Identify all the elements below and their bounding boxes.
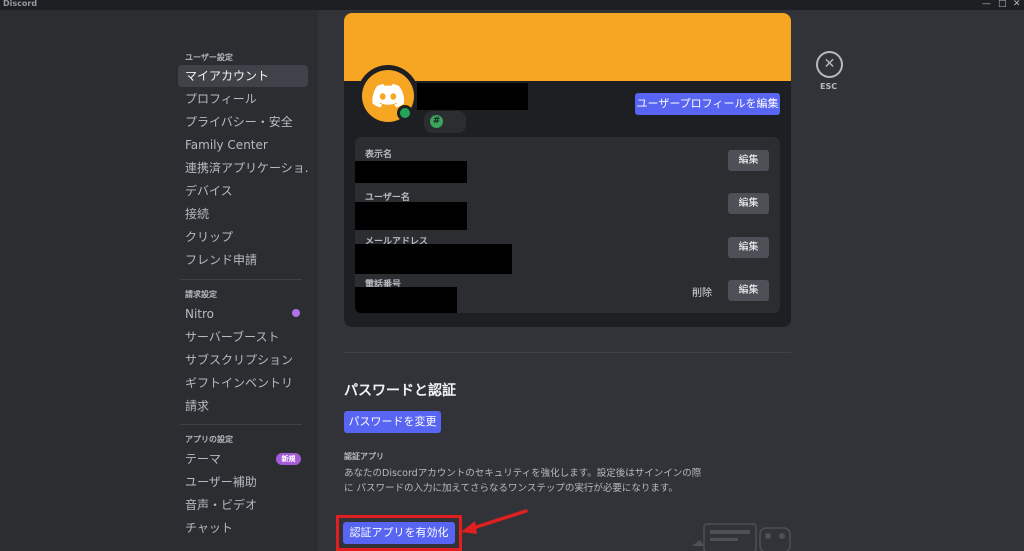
sidebar-item-authorized-apps[interactable]: 連携済アプリケーショ... — [178, 157, 308, 179]
badge: # — [424, 111, 466, 133]
section-header-user-settings: ユーザー設定 — [185, 53, 233, 62]
sidebar-item-chat[interactable]: チャット — [178, 517, 308, 539]
app-title: Discord — [3, 0, 38, 8]
password-auth-title: パスワードと認証 — [344, 383, 456, 399]
sidebar-item-nitro[interactable]: Nitro — [178, 303, 308, 325]
sidebar-item-friend-requests[interactable]: フレンド申請 — [178, 249, 308, 271]
section-divider — [344, 352, 791, 353]
profile-card: # ユーザープロフィールを編集 表示名 編集 ユーザー名 編集 メールアドレス … — [344, 13, 791, 327]
sidebar-item-accessibility[interactable]: ユーザー補助 — [178, 471, 308, 493]
sidebar-item-subscriptions[interactable]: サブスクリプション — [178, 349, 308, 371]
edit-phone-button[interactable]: 編集 — [728, 280, 769, 301]
security-illustration-icon — [692, 523, 791, 551]
sidebar-divider — [180, 424, 302, 425]
sidebar-item-privacy-safety[interactable]: プライバシー・安全 — [178, 111, 308, 133]
section-header-billing: 請求設定 — [185, 290, 217, 299]
sidebar-item-profile[interactable]: プロフィール — [178, 88, 308, 110]
sidebar-item-voice-video[interactable]: 音声・ビデオ — [178, 494, 308, 516]
esc-label: ESC — [820, 82, 838, 91]
sidebar-item-family-center[interactable]: Family Center — [178, 134, 308, 156]
sidebar-item-connections[interactable]: 接続 — [178, 203, 308, 225]
sidebar-item-devices[interactable]: デバイス — [178, 180, 308, 202]
edit-username-button[interactable]: 編集 — [728, 193, 769, 214]
edit-email-button[interactable]: 編集 — [728, 237, 769, 258]
new-badge: 新規 — [276, 453, 301, 465]
sidebar-item-my-account[interactable]: マイアカウント — [178, 65, 308, 87]
maximize-icon[interactable]: □ — [998, 0, 1007, 9]
nitro-icon — [292, 309, 300, 317]
redacted-display-name — [417, 83, 528, 110]
account-info-panel: 表示名 編集 ユーザー名 編集 メールアドレス 編集 電話番号 削除 編集 — [355, 137, 780, 313]
sidebar-item-server-boost[interactable]: サーバーブースト — [178, 326, 308, 348]
display-name-label: 表示名 — [365, 150, 393, 160]
section-header-app-settings: アプリの設定 — [185, 435, 233, 444]
sidebar-item-clips[interactable]: クリップ — [178, 226, 308, 248]
profile-banner — [344, 13, 791, 81]
close-icon[interactable]: ✕ — [816, 51, 843, 78]
sidebar-item-billing[interactable]: 請求 — [178, 395, 308, 417]
hash-icon: # — [430, 115, 443, 128]
sidebar-item-gift-inventory[interactable]: ギフトインベントリ — [178, 372, 308, 394]
close-window-icon[interactable]: ✕ — [1013, 0, 1021, 9]
title-bar: Discord — □ ✕ — [0, 0, 1024, 10]
change-password-button[interactable]: パスワードを変更 — [344, 411, 441, 433]
online-status-icon — [397, 105, 413, 121]
discord-logo-icon — [372, 84, 404, 108]
redacted-display-name-value — [355, 161, 467, 183]
minimize-icon[interactable]: — — [982, 0, 991, 9]
auth-app-description: あなたのDiscordアカウントのセキュリティを強化します。設定後はサインインの… — [344, 468, 702, 494]
delete-phone-link[interactable]: 削除 — [692, 284, 712, 299]
edit-display-name-button[interactable]: 編集 — [728, 150, 769, 171]
redacted-phone-value — [355, 287, 457, 313]
auth-app-label: 認証アプリ — [344, 452, 384, 461]
avatar[interactable] — [357, 65, 419, 127]
redacted-email-value — [355, 244, 512, 274]
annotation-highlight-box — [336, 515, 462, 551]
sidebar-divider — [180, 279, 302, 280]
annotation-arrow-icon — [461, 509, 528, 534]
redacted-username-value — [355, 202, 467, 230]
edit-user-profile-button[interactable]: ユーザープロフィールを編集 — [635, 93, 780, 115]
